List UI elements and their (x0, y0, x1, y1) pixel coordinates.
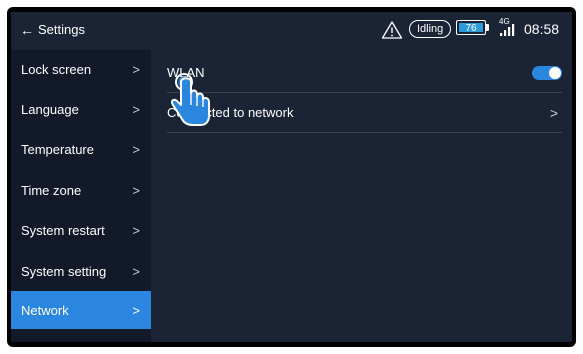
sidebar-item-label: Network (21, 302, 69, 318)
wlan-toggle[interactable] (532, 65, 562, 80)
sidebar-item-network[interactable]: Network > (11, 291, 151, 329)
chevron-right-icon: > (132, 263, 140, 279)
chevron-right-icon: > (132, 101, 140, 117)
settings-sidebar: Lock screen > Language > Temperature > T… (11, 50, 151, 342)
back-arrow-icon: ← (20, 21, 34, 38)
status-bar: ← Settings Idling 76 4G 08:58 (11, 12, 572, 50)
chevron-right-icon: > (132, 141, 140, 157)
sidebar-item-language[interactable]: Language > (11, 90, 151, 128)
sidebar-item-label: Time zone (21, 182, 82, 198)
machine-state-badge: Idling (409, 20, 452, 38)
sidebar-item-label: System restart (21, 222, 105, 238)
warning-triangle-icon (381, 21, 403, 39)
sidebar-item-lock-screen[interactable]: Lock screen > (11, 50, 151, 88)
wlan-row: WLAN (167, 53, 562, 93)
battery-icon: 76 (456, 20, 492, 38)
sidebar-item-time-zone[interactable]: Time zone > (11, 171, 151, 209)
sidebar-item-label: Lock screen (21, 61, 92, 77)
network-settings-panel: WLAN Connected to network > (151, 50, 572, 342)
back-label: Settings (38, 22, 85, 37)
sidebar-item-system-setting[interactable]: System setting > (11, 252, 151, 290)
chevron-right-icon: > (132, 61, 140, 77)
status-time: 08:58 (524, 21, 560, 37)
back-button[interactable]: ← Settings (20, 22, 85, 37)
toggle-knob (549, 66, 561, 79)
sidebar-item-system-restart[interactable]: System restart > (11, 211, 151, 249)
device-screen: ← Settings Idling 76 4G 08:58 Lock scree… (11, 12, 572, 342)
cellular-signal-icon: 4G (499, 17, 519, 39)
chevron-right-icon: > (132, 222, 140, 238)
connected-network-row[interactable]: Connected to network > (167, 93, 562, 133)
chevron-right-icon: > (132, 182, 140, 198)
sidebar-item-label: System setting (21, 263, 107, 279)
chevron-right-icon: > (132, 302, 140, 318)
chevron-right-icon: > (549, 104, 558, 121)
sidebar-item-label: Language (21, 101, 79, 117)
tap-hand-icon (170, 73, 210, 126)
sidebar-item-label: Temperature (21, 141, 94, 157)
battery-level: 76 (459, 23, 483, 34)
sidebar-item-temperature[interactable]: Temperature > (11, 130, 151, 168)
